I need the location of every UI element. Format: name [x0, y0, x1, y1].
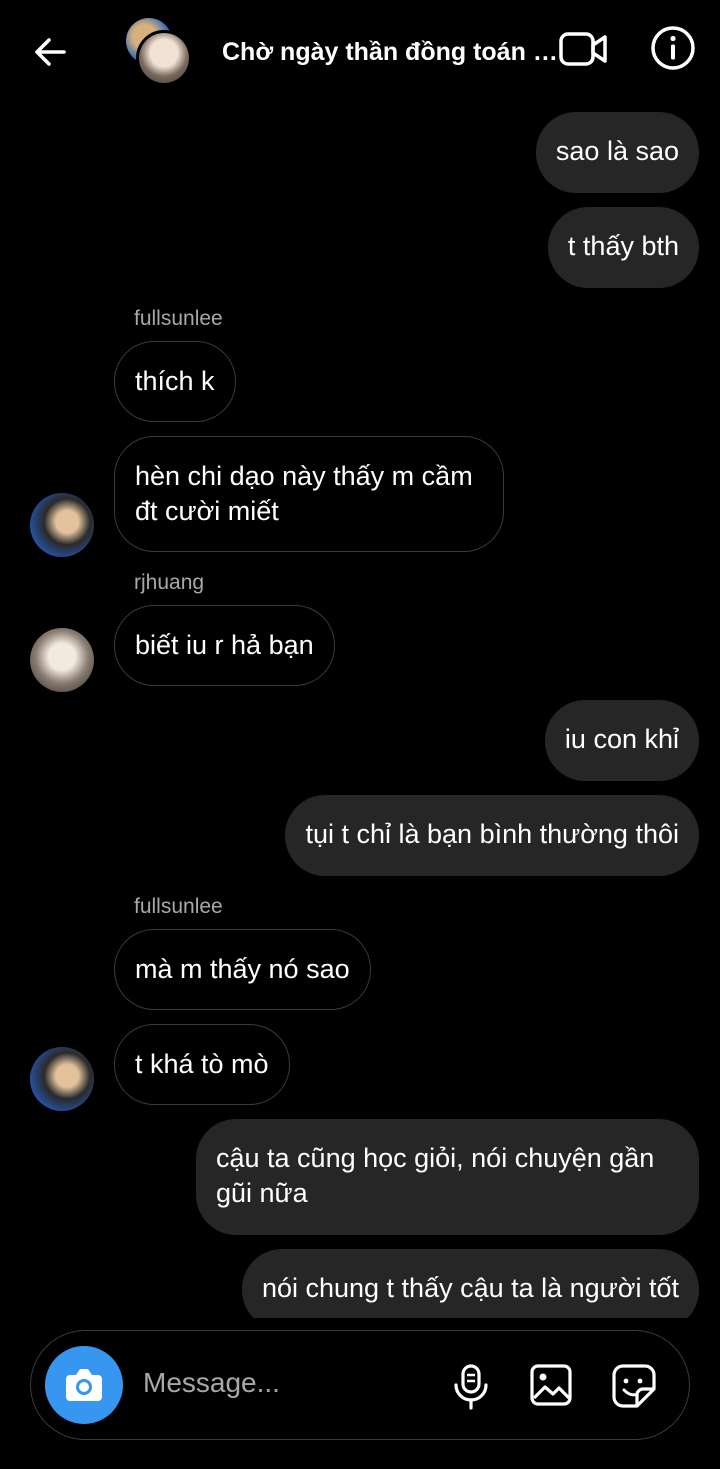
sticker-button[interactable]	[611, 1363, 657, 1414]
avatar	[136, 30, 192, 86]
received-message[interactable]: thích k	[114, 341, 236, 422]
sent-message[interactable]: nói chung t thấy cậu ta là người tốt	[241, 1249, 699, 1318]
group-avatar[interactable]	[126, 18, 196, 88]
gallery-button[interactable]	[529, 1363, 573, 1412]
avatar[interactable]	[30, 1047, 94, 1111]
back-button[interactable]	[28, 30, 72, 74]
sent-message[interactable]: cậu ta cũng học giỏi, nói chuyện gần gũi…	[196, 1119, 699, 1235]
sent-message[interactable]: iu con khỉ	[544, 700, 699, 781]
message-input[interactable]	[143, 1367, 403, 1399]
sent-message[interactable]: t thấy bth	[547, 207, 699, 288]
chat-header: Chờ ngày thần đồng toán h…	[0, 0, 720, 100]
info-button[interactable]	[650, 25, 696, 71]
chat-title[interactable]: Chờ ngày thần đồng toán h…	[222, 38, 560, 67]
received-message[interactable]: mà m thấy nó sao	[114, 929, 371, 1010]
arrow-left-icon	[35, 38, 66, 66]
camera-button[interactable]	[45, 1346, 123, 1424]
sticker-icon	[612, 1364, 656, 1408]
voice-message-button[interactable]	[451, 1363, 491, 1416]
received-message[interactable]: biết iu r hả bạn	[114, 605, 335, 686]
sent-message[interactable]: sao là sao	[535, 112, 699, 193]
chat-screen: sao là sao t thấy bth fullsunlee thích k…	[0, 0, 720, 1469]
video-call-button[interactable]	[558, 28, 610, 70]
info-icon	[651, 26, 695, 70]
microphone-icon	[454, 1364, 488, 1410]
avatar[interactable]	[30, 628, 94, 692]
gallery-icon	[530, 1364, 572, 1406]
video-call-icon	[559, 32, 607, 66]
sender-name: fullsunlee	[134, 307, 223, 330]
sent-message[interactable]: tụi t chỉ là bạn bình thường thôi	[285, 795, 699, 876]
avatar[interactable]	[30, 493, 94, 557]
message-composer	[30, 1330, 690, 1440]
received-message[interactable]: hèn chi dạo này thấy m cầm đt cười miết	[114, 436, 504, 552]
sender-name: fullsunlee	[134, 895, 223, 918]
camera-icon	[66, 1369, 102, 1401]
message-list[interactable]: sao là sao t thấy bth fullsunlee thích k…	[0, 0, 720, 1318]
received-message[interactable]: t khá tò mò	[114, 1024, 290, 1105]
sender-name: rjhuang	[134, 571, 205, 594]
